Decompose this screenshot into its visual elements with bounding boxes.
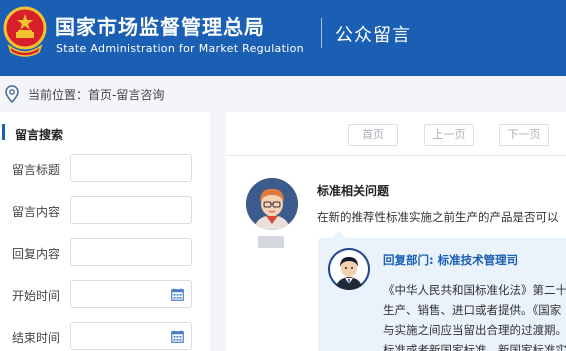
first-page-button[interactable]: 首页 <box>348 124 398 146</box>
start-date-label: 开始时间 <box>12 289 61 303</box>
form-row-content: 留言内容 <box>0 196 210 226</box>
reply-department: 回复部门: 标准技术管理司 <box>383 253 519 267</box>
breadcrumb-path[interactable]: 首页-留言咨询 <box>88 86 164 103</box>
reply-text-line: 《中华人民共和国标准化法》第二十 <box>383 283 566 297</box>
form-row-reply: 回复内容 <box>0 238 210 268</box>
site-title-english: State Administration for Market Regulati… <box>56 42 304 55</box>
message-list: 首页 上一页 下一页 标准相关问题 在新的推荐性标准实施之前生产的产品是否可以 <box>226 112 566 351</box>
message-title[interactable]: 标准相关问题 <box>317 182 389 199</box>
location-pin-icon <box>5 85 19 103</box>
end-date-input[interactable] <box>70 322 192 350</box>
title-search-input[interactable] <box>70 154 192 182</box>
reply-box: 回复部门: 标准技术管理司 《中华人民共和国标准化法》第二十 生产、销售、进口或… <box>318 231 566 351</box>
title-field-label: 留言标题 <box>12 163 61 177</box>
reply-pointer <box>332 231 346 238</box>
pagination: 首页 上一页 下一页 <box>226 112 566 156</box>
message-body: 在新的推荐性标准实施之前生产的产品是否可以 <box>317 210 559 224</box>
site-title: 国家市场监督管理总局 <box>55 15 265 39</box>
next-page-button[interactable]: 下一页 <box>499 124 549 146</box>
calendar-icon[interactable] <box>171 330 184 343</box>
prev-page-button[interactable]: 上一页 <box>424 124 474 146</box>
official-avatar <box>328 248 370 290</box>
reply-search-input[interactable] <box>70 238 192 266</box>
site-header: 国家市场监督管理总局 State Administration for Mark… <box>0 0 566 76</box>
breadcrumb-label: 当前位置： <box>28 88 89 102</box>
sidebar-title: 留言搜索 <box>15 128 64 142</box>
content-field-label: 留言内容 <box>12 205 61 219</box>
section-title[interactable]: 公众留言 <box>335 21 411 47</box>
start-date-input[interactable] <box>70 280 192 308</box>
form-row-start: 开始时间 <box>0 280 210 310</box>
reply-text-line: 生产、销售、进口或者提供。《国家 <box>383 303 562 317</box>
user-name-redacted <box>258 236 284 248</box>
breadcrumb: 当前位置： 首页-留言咨询 <box>0 76 566 112</box>
calendar-icon[interactable] <box>171 288 184 301</box>
reply-text-line: 标准或者新国家标准。新国家标准实 <box>383 343 566 351</box>
search-sidebar: 留言搜索 留言标题 留言内容 回复内容 开始时间 结束时间 <box>0 112 210 351</box>
user-avatar <box>246 178 298 230</box>
header-divider <box>321 18 322 48</box>
form-row-title: 留言标题 <box>0 154 210 184</box>
national-emblem-icon <box>3 6 47 57</box>
form-row-end: 结束时间 <box>0 322 210 351</box>
reply-text-line: 与实施之间应当留出合理的过渡期。 <box>383 323 566 337</box>
end-date-label: 结束时间 <box>12 331 61 345</box>
reply-field-label: 回复内容 <box>12 247 61 261</box>
sidebar-title-marker <box>2 124 5 140</box>
content-search-input[interactable] <box>70 196 192 224</box>
